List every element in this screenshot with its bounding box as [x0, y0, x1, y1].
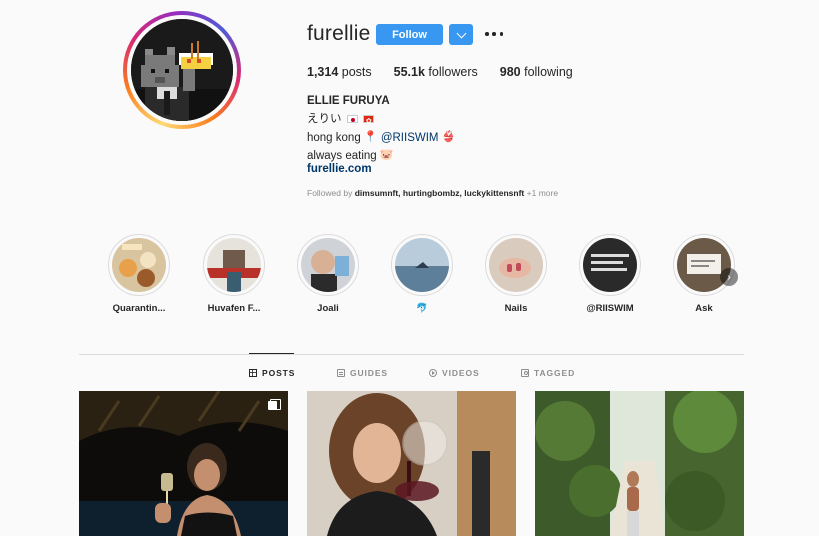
highlight-label: Quarantin...	[112, 303, 166, 314]
suggested-accounts-button[interactable]	[449, 24, 473, 45]
hong-kong-flag-icon	[362, 113, 374, 130]
followers-link[interactable]: 55.1k followers	[394, 65, 478, 79]
highlight-label: Joali	[317, 303, 339, 314]
posts-count: 1,314 posts	[307, 65, 372, 79]
profile-website-link[interactable]: furellie.com	[307, 163, 372, 175]
avatar-gap	[127, 15, 237, 125]
bikini-icon: 👙	[441, 130, 456, 143]
highlight-item[interactable]: Huvafen F...	[194, 234, 274, 314]
post-image	[535, 391, 744, 536]
following-link[interactable]: 980 following	[500, 65, 573, 79]
tab-videos[interactable]: VIDEOS	[429, 368, 480, 378]
highlight-cover-image	[112, 238, 166, 292]
multiple-photos-icon	[268, 399, 281, 410]
highlight-label: Nails	[504, 303, 528, 314]
highlight-item[interactable]: Nails	[476, 234, 556, 314]
tab-guides[interactable]: GUIDES	[337, 368, 388, 378]
highlight-item[interactable]: @RIISWIM	[570, 234, 650, 314]
avatar[interactable]	[131, 19, 233, 121]
highlight-label: 🐬	[416, 303, 428, 314]
post-thumbnail[interactable]	[535, 391, 744, 536]
post-image	[79, 391, 288, 536]
pin-icon: 📍	[363, 130, 378, 143]
tab-posts[interactable]: POSTS	[249, 368, 295, 378]
tabs-divider	[79, 354, 744, 355]
highlight-ring	[579, 234, 641, 296]
highlight-ring	[297, 234, 359, 296]
profile-bio: えりい hong kong 📍 @RIISWIM 👙 always eating…	[307, 111, 455, 165]
bio-line-1: えりい	[307, 111, 455, 130]
tab-tagged[interactable]: TAGGED	[521, 368, 575, 378]
pig-face-icon: 🐷	[379, 148, 394, 161]
highlight-ring	[108, 234, 170, 296]
guide-icon	[337, 369, 345, 377]
riiswim-mention-link[interactable]: @RIISWIM	[381, 131, 439, 143]
post-thumbnail[interactable]	[307, 391, 516, 536]
highlight-ring	[391, 234, 453, 296]
highlight-cover-image	[583, 238, 637, 292]
highlights-next-arrow-icon[interactable]: ›	[720, 268, 738, 286]
more-options-icon[interactable]	[485, 23, 503, 45]
highlight-ring	[673, 234, 735, 296]
highlight-ring	[203, 234, 265, 296]
post-image	[307, 391, 516, 536]
follow-button[interactable]: Follow	[376, 24, 443, 45]
highlight-cover-image	[207, 238, 261, 292]
profile-avatar-ring[interactable]	[123, 11, 241, 129]
chevron-down-icon	[456, 28, 466, 38]
bio-line-2: hong kong 📍 @RIISWIM 👙	[307, 129, 455, 147]
highlight-label: Ask	[695, 303, 713, 314]
highlight-ring	[485, 234, 547, 296]
highlight-item[interactable]: Quarantin...	[99, 234, 179, 314]
highlight-cover-image	[489, 238, 543, 292]
japan-flag-icon	[346, 114, 358, 123]
post-thumbnail[interactable]	[79, 391, 288, 536]
profile-full-name: ELLIE FURUYA	[307, 95, 390, 107]
highlight-cover-image	[395, 238, 449, 292]
highlight-item[interactable]: Joali	[288, 234, 368, 314]
followed-by-text[interactable]: Followed by dimsumnft, hurtingbombz, luc…	[307, 188, 558, 198]
active-tab-indicator	[249, 353, 294, 354]
pixel-art-avatar-image	[131, 19, 233, 121]
grid-icon	[249, 369, 257, 377]
video-icon	[429, 369, 437, 377]
profile-stats: 1,314 posts 55.1k followers 980 followin…	[307, 65, 595, 79]
tag-icon	[521, 369, 529, 377]
highlight-label: @RIISWIM	[586, 303, 634, 314]
highlight-item[interactable]: 🐬	[382, 234, 462, 314]
highlight-cover-image	[301, 238, 355, 292]
profile-username: furellie	[307, 22, 371, 45]
highlight-label: Huvafen F...	[207, 303, 261, 314]
